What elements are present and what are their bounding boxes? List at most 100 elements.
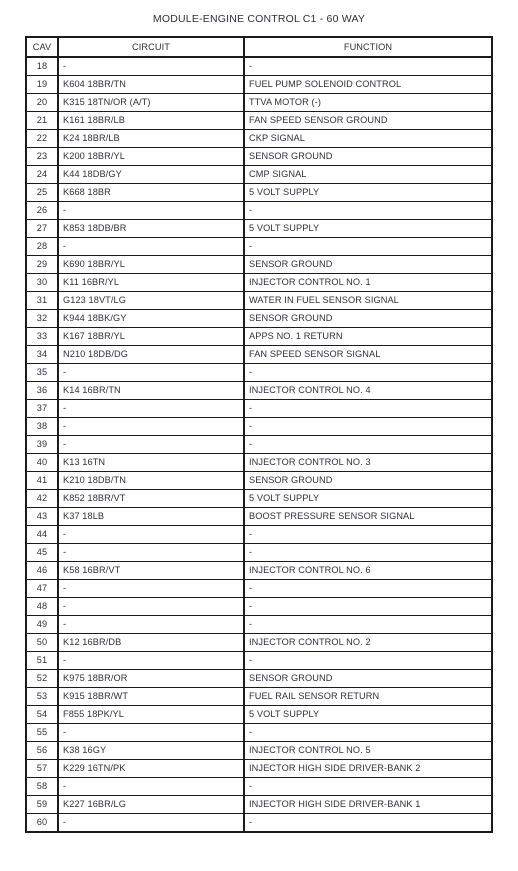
cell-function: INJECTOR CONTROL NO. 5: [244, 741, 492, 760]
table-row: 54 F855 18PK/YL 5 VOLT SUPPLY: [26, 705, 492, 724]
cell-cav: 35: [26, 363, 59, 382]
cell-circuit: K315 18TN/OR (A/T): [58, 93, 245, 112]
table-row: 48- -: [26, 597, 492, 616]
cell-cav: 47: [26, 579, 59, 598]
cell-circuit: K668 18BR: [58, 183, 245, 202]
table-body: 18- -19 K604 18BR/TN FUEL PUMP SOLENOID CON…: [26, 56, 492, 832]
cell-cav: 27: [26, 219, 59, 238]
cell-cav: 51: [26, 651, 59, 670]
table-row: 51- -: [26, 651, 492, 670]
table-row: 39- -: [26, 435, 492, 454]
cell-function: TTVA MOTOR (-): [244, 93, 492, 112]
cell-function: INJECTOR HIGH SIDE DRIVER-BANK 2: [244, 759, 492, 778]
cell-function: 5 VOLT SUPPLY: [244, 219, 492, 238]
table-row: 34 N210 18DB/DG FAN SPEED SENSOR SIGNAL: [26, 345, 492, 364]
column-header-function: FUNCTION: [244, 37, 492, 58]
cell-cav: 53: [26, 687, 59, 706]
table-row: 45- -: [26, 543, 492, 562]
cell-cav: 39: [26, 435, 59, 454]
cell-circuit: -: [58, 651, 245, 670]
table-row: 49- -: [26, 615, 492, 634]
pinout-table-container: CAV CIRCUIT FUNCTION 18- -19 K604 18BR/TN F…: [25, 36, 493, 833]
cell-function: 5 VOLT SUPPLY: [244, 183, 492, 202]
cell-cav: 44: [26, 525, 59, 544]
cell-cav: 23: [26, 147, 59, 166]
table-row: 58- -: [26, 777, 492, 796]
cell-function: -: [244, 813, 492, 832]
cell-function: APPS NO. 1 RETURN: [244, 327, 492, 346]
cell-function: -: [244, 363, 492, 382]
cell-circuit: K37 18LB: [58, 507, 245, 526]
table-row: 56 K38 16GY INJECTOR CONTROL NO. 5: [26, 741, 492, 760]
cell-function: -: [244, 237, 492, 256]
table-row: 57 K229 16TN/PK INJECTOR HIGH SIDE DRIVER-…: [26, 759, 492, 778]
cell-circuit: -: [58, 435, 245, 454]
cell-function: FUEL RAIL SENSOR RETURN: [244, 687, 492, 706]
table-row: 20 K315 18TN/OR (A/T) TTVA MOTOR (-): [26, 93, 492, 112]
cell-function: -: [244, 723, 492, 742]
table-row: 59 K227 16BR/LG INJECTOR HIGH SIDE DRIVER-…: [26, 795, 492, 814]
cell-function: -: [244, 651, 492, 670]
cell-cav: 32: [26, 309, 59, 328]
cell-cav: 43: [26, 507, 59, 526]
cell-circuit: K58 16BR/VT: [58, 561, 245, 580]
cell-cav: 48: [26, 597, 59, 616]
cell-circuit: K44 18DB/GY: [58, 165, 245, 184]
cell-function: -: [244, 525, 492, 544]
table-row: 22 K24 18BR/LB CKP SIGNAL: [26, 129, 492, 148]
table-row: 40 K13 16TN INJECTOR CONTROL NO. 3: [26, 453, 492, 472]
cell-function: INJECTOR HIGH SIDE DRIVER-BANK 1: [244, 795, 492, 814]
cell-circuit: N210 18DB/DG: [58, 345, 245, 364]
cell-circuit: -: [58, 723, 245, 742]
cell-function: -: [244, 615, 492, 634]
cell-circuit: -: [58, 597, 245, 616]
table-row: 36 K14 16BR/TN INJECTOR CONTROL NO. 4: [26, 381, 492, 400]
cell-function: -: [244, 543, 492, 562]
cell-circuit: K210 18DB/TN: [58, 471, 245, 490]
table-row: 28- -: [26, 237, 492, 256]
table-row: 37- -: [26, 399, 492, 418]
cell-cav: 41: [26, 471, 59, 490]
cell-function: FAN SPEED SENSOR SIGNAL: [244, 345, 492, 364]
cell-circuit: K38 16GY: [58, 741, 245, 760]
cell-function: CMP SIGNAL: [244, 165, 492, 184]
cell-function: -: [244, 201, 492, 220]
table-row: 50 K12 16BR/DB INJECTOR CONTROL NO. 2: [26, 633, 492, 652]
cell-function: -: [244, 579, 492, 598]
table-row: 35- -: [26, 363, 492, 382]
cell-circuit: K167 18BR/YL: [58, 327, 245, 346]
table-row: 27 K853 18DB/BR 5 VOLT SUPPLY: [26, 219, 492, 238]
connector-pinout-table: CAV CIRCUIT FUNCTION 18- -19 K604 18BR/TN F…: [25, 36, 493, 833]
cell-circuit: K12 16BR/DB: [58, 633, 245, 652]
cell-cav: 18: [26, 56, 59, 76]
cell-cav: 58: [26, 777, 59, 796]
cell-cav: 21: [26, 111, 59, 130]
cell-cav: 24: [26, 165, 59, 184]
cell-circuit: K944 18BK/GY: [58, 309, 245, 328]
cell-circuit: -: [58, 399, 245, 418]
cell-cav: 56: [26, 741, 59, 760]
cell-cav: 42: [26, 489, 59, 508]
table-row: 21 K161 18BR/LB FAN SPEED SENSOR GROUND: [26, 111, 492, 130]
table-row: 46 K58 16BR/VT INJECTOR CONTROL NO. 6: [26, 561, 492, 580]
table-row: 31 G123 18VT/LG WATER IN FUEL SENSOR SIGNA…: [26, 291, 492, 310]
cell-cav: 34: [26, 345, 59, 364]
cell-circuit: K14 16BR/TN: [58, 381, 245, 400]
cell-circuit: K852 18BR/VT: [58, 489, 245, 508]
cell-cav: 49: [26, 615, 59, 634]
cell-circuit: -: [58, 363, 245, 382]
cell-circuit: K24 18BR/LB: [58, 129, 245, 148]
cell-circuit: K915 18BR/WT: [58, 687, 245, 706]
cell-function: INJECTOR CONTROL NO. 4: [244, 381, 492, 400]
cell-circuit: -: [58, 777, 245, 796]
page-title: MODULE-ENGINE CONTROL C1 - 60 WAY: [152, 13, 366, 25]
cell-circuit: K690 18BR/YL: [58, 255, 245, 274]
cell-cav: 37: [26, 399, 59, 418]
cell-circuit: G123 18VT/LG: [58, 291, 245, 310]
table-row: 38- -: [26, 417, 492, 436]
table-row: 55- -: [26, 723, 492, 742]
cell-cav: 19: [26, 75, 59, 94]
cell-function: 5 VOLT SUPPLY: [244, 489, 492, 508]
cell-function: CKP SIGNAL: [244, 129, 492, 148]
table-header-row: CAV CIRCUIT FUNCTION: [26, 37, 492, 58]
